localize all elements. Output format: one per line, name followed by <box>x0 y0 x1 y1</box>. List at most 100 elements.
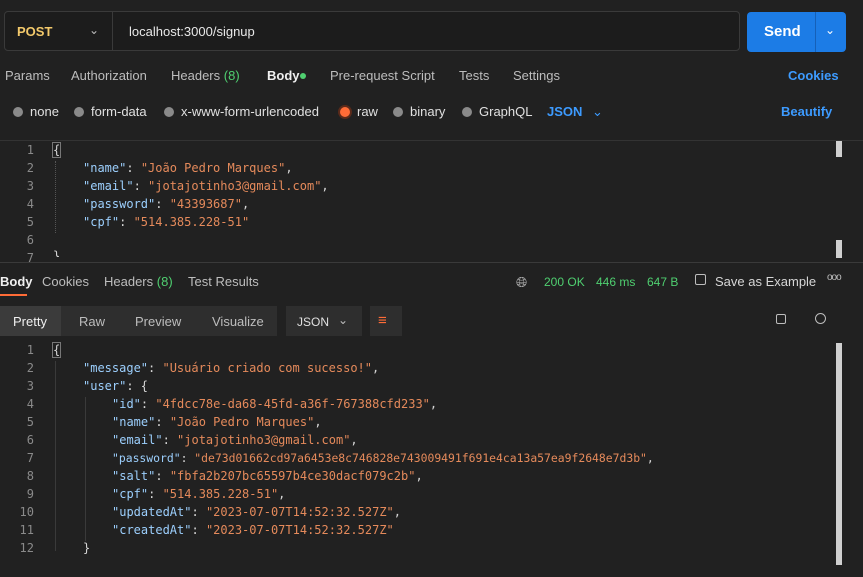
json-line: "name": "João Pedro Marques", <box>83 161 293 175</box>
json-brace: { <box>51 142 62 158</box>
radio-none[interactable] <box>13 107 23 117</box>
radio-binary[interactable] <box>393 107 403 117</box>
json-line: "email": "jotajotinho3@gmail.com", <box>112 433 358 447</box>
json-line: "updatedAt": "2023-07-07T14:52:32.527Z", <box>112 505 402 519</box>
line-number: 3 <box>26 179 34 193</box>
json-brace: { <box>51 342 62 358</box>
save-icon <box>695 274 706 285</box>
send-button[interactable]: Send ⌄ <box>747 12 846 52</box>
line-number: 8 <box>26 469 34 483</box>
json-brace: } <box>53 249 61 257</box>
json-line: "email": "jotajotinho3@gmail.com", <box>83 179 329 193</box>
globe-icon[interactable]: 🌐︎ <box>516 274 527 291</box>
radio-graphql[interactable] <box>462 107 472 117</box>
indent-guide <box>85 397 87 541</box>
resp-tab-headers[interactable]: Headers (8) <box>104 274 173 289</box>
line-number: 1 <box>26 343 34 357</box>
request-bar: POST ⌄ localhost:3000/signup <box>4 11 740 51</box>
resp-tab-test-results[interactable]: Test Results <box>188 274 259 289</box>
view-visualize[interactable]: Visualize <box>212 314 264 329</box>
radio-raw-label: raw <box>357 104 378 119</box>
line-number: 4 <box>26 197 34 211</box>
radio-binary-label: binary <box>410 104 446 119</box>
line-number: 1 <box>26 143 34 157</box>
url-input[interactable]: localhost:3000/signup <box>129 24 255 39</box>
response-size[interactable]: 647 B <box>647 275 678 289</box>
request-editor-scrollbar[interactable] <box>836 141 842 157</box>
line-number: 4 <box>26 397 34 411</box>
json-line: "password": "43393687", <box>83 197 250 211</box>
method-select[interactable]: POST ⌄ <box>5 12 113 50</box>
json-line: "id": "4fdcc78e-da68-45fd-a36f-767388cfd… <box>112 397 438 411</box>
radio-form-data-label: form-data <box>91 104 147 119</box>
response-format-label: JSON <box>297 315 330 329</box>
tab-authorization[interactable]: Authorization <box>71 68 147 83</box>
chevron-down-icon: ⌄ <box>592 104 603 119</box>
tab-headers-label: Headers <box>171 68 221 83</box>
tab-params[interactable]: Params <box>5 68 50 83</box>
body-format-select[interactable]: JSON ⌄ <box>547 104 603 120</box>
radio-urlencoded-label: x-www-form-urlencoded <box>181 104 319 119</box>
request-body-editor[interactable]: 1 2 3 4 5 6 7 { "name": "João Pedro Marq… <box>0 142 845 265</box>
wrap-lines-button[interactable]: ≡ <box>370 306 402 336</box>
headers-count: (8) <box>223 68 240 83</box>
send-options-chevron-icon[interactable]: ⌄ <box>825 23 835 37</box>
resp-tab-cookies[interactable]: Cookies <box>42 274 89 289</box>
line-number: 3 <box>26 379 34 393</box>
view-pretty-label: Pretty <box>13 314 47 329</box>
json-line: "salt": "fbfa2b207bc65597b4ce30dacf079c2… <box>112 469 423 483</box>
json-line: "createdAt": "2023-07-07T14:52:32.527Z" <box>112 523 394 537</box>
status-code[interactable]: 200 OK <box>544 275 585 289</box>
copy-icon[interactable] <box>776 314 786 324</box>
response-time[interactable]: 446 ms <box>596 275 635 289</box>
radio-raw[interactable] <box>340 107 350 117</box>
radio-none-label: none <box>30 104 59 119</box>
line-number: 2 <box>26 361 34 375</box>
more-options-icon[interactable]: ooo <box>827 272 842 283</box>
method-label: POST <box>17 24 53 39</box>
radio-form-data[interactable] <box>74 107 84 117</box>
json-line: "user": { <box>83 379 149 393</box>
line-number: 12 <box>19 541 34 555</box>
chevron-down-icon: ⌄ <box>89 23 100 37</box>
beautify-button[interactable]: Beautify <box>781 104 832 119</box>
resp-headers-count: (8) <box>156 274 173 289</box>
body-format-label: JSON <box>547 104 583 119</box>
pane-divider[interactable] <box>0 262 863 263</box>
wrap-lines-icon: ≡ <box>378 312 387 329</box>
json-line: "message": "Usuário criado com sucesso!"… <box>83 361 380 375</box>
line-number: 5 <box>26 415 34 429</box>
send-label: Send <box>764 23 801 40</box>
tab-pre-request-script[interactable]: Pre-request Script <box>330 68 435 83</box>
line-number: 5 <box>26 215 34 229</box>
line-number: 7 <box>26 451 34 465</box>
save-as-example-button[interactable]: Save as Example <box>715 274 816 289</box>
editor-top-divider <box>0 140 863 141</box>
line-number: 2 <box>26 161 34 175</box>
json-brace: } <box>83 541 91 555</box>
view-raw[interactable]: Raw <box>79 314 105 329</box>
search-icon[interactable] <box>815 313 826 324</box>
radio-urlencoded[interactable] <box>164 107 174 117</box>
request-editor-scrollbar-thumb[interactable] <box>836 240 842 258</box>
resp-tab-body-underline <box>0 294 27 296</box>
json-line: "cpf": "514.385.228-51", <box>112 487 286 501</box>
view-pretty[interactable]: Pretty <box>0 306 61 336</box>
tab-settings[interactable]: Settings <box>513 68 560 83</box>
cookies-link[interactable]: Cookies <box>788 68 839 83</box>
json-line: "cpf": "514.385.228-51" <box>83 215 250 229</box>
tab-body[interactable]: Body <box>267 68 300 83</box>
json-line: "name": "João Pedro Marques", <box>112 415 322 429</box>
indent-guide <box>55 361 57 551</box>
body-active-dot <box>300 73 306 79</box>
resp-tab-body[interactable]: Body <box>0 274 33 289</box>
response-format-select[interactable]: JSON ⌄ <box>286 306 362 336</box>
response-scrollbar-thumb[interactable] <box>836 343 842 565</box>
tab-tests[interactable]: Tests <box>459 68 489 83</box>
line-number: 9 <box>26 487 34 501</box>
response-body-viewer[interactable]: 1 2 3 4 5 6 7 8 9 10 11 12 { "message": … <box>0 342 845 573</box>
view-preview[interactable]: Preview <box>135 314 181 329</box>
line-number: 11 <box>19 523 34 537</box>
tab-headers[interactable]: Headers (8) <box>171 68 240 83</box>
line-number: 6 <box>26 233 34 247</box>
